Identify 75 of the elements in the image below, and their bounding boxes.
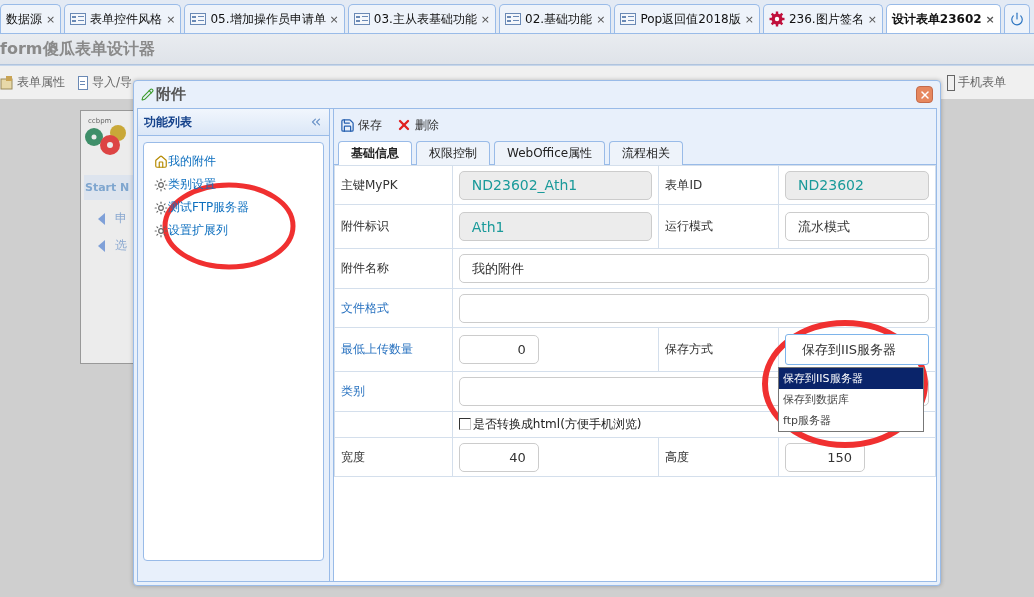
tab[interactable]: 数据源 × xyxy=(0,4,62,33)
left-arrow-icon xyxy=(98,212,105,225)
close-icon[interactable]: × xyxy=(46,12,56,26)
field-label: 附件标识 xyxy=(334,204,453,249)
tab[interactable]: 权限控制 xyxy=(416,141,490,165)
checkbox-label[interactable]: 是否转换成html(方便手机浏览) xyxy=(458,415,642,433)
close-icon[interactable]: × xyxy=(985,12,995,26)
form-icon xyxy=(70,13,87,25)
number-field[interactable]: 0 xyxy=(458,335,539,364)
row-text: 选 xyxy=(115,237,127,254)
toolbar-button[interactable]: 保存 xyxy=(340,116,382,134)
tab[interactable]: Pop返回值2018版 × xyxy=(614,4,760,33)
form-icon xyxy=(505,13,522,25)
form-properties-icon xyxy=(0,75,14,90)
input-field[interactable]: 我的附件 xyxy=(458,254,929,283)
field-label: 表单ID xyxy=(658,165,779,205)
close-icon[interactable]: × xyxy=(867,12,877,26)
app-title: form傻瓜表单设计器 xyxy=(0,38,155,60)
tab[interactable]: 05.增加操作员申请单 × xyxy=(184,4,345,33)
row-text: 申 xyxy=(115,210,127,227)
tab[interactable]: WebOffice属性 xyxy=(494,141,606,165)
tab[interactable] xyxy=(1003,4,1030,33)
document-icon xyxy=(77,75,89,90)
close-icon[interactable]: × xyxy=(596,12,606,26)
input-field[interactable]: 流水模式 xyxy=(785,212,929,241)
toolbar-item[interactable]: 手机表单 xyxy=(947,74,1006,91)
dialog-title: 附件 xyxy=(156,85,186,104)
field-label: 最低上传数量 xyxy=(334,327,453,372)
tree-item[interactable]: 测试FTP服务器 xyxy=(154,199,250,216)
form-icon xyxy=(190,13,207,25)
left-arrow-icon xyxy=(98,239,105,252)
save-icon xyxy=(340,117,355,133)
panel-title: 功能列表 xyxy=(144,113,192,131)
tab[interactable]: 236.图片签名 × xyxy=(762,4,883,33)
phone-icon xyxy=(947,74,955,91)
close-icon xyxy=(918,88,931,101)
house-icon xyxy=(154,154,168,169)
tab[interactable]: 设计表单23602 × xyxy=(885,4,1001,33)
field-label: 主键MyPK xyxy=(334,165,453,205)
tab[interactable]: 表单控件风格 × xyxy=(64,4,182,33)
field-label: 类别 xyxy=(334,371,453,412)
delete-icon xyxy=(396,117,412,133)
toolbar-item[interactable]: 表单属性 xyxy=(0,74,65,91)
tree-item[interactable]: 我的附件 xyxy=(154,153,216,170)
tab[interactable]: 流程相关 xyxy=(609,141,684,165)
power-icon xyxy=(1009,12,1024,26)
tab[interactable]: 02.基础功能 × xyxy=(499,4,612,33)
tab[interactable]: 03.主从表基础功能 × xyxy=(347,4,497,33)
pencil-icon xyxy=(141,88,154,101)
close-icon[interactable]: × xyxy=(166,12,176,26)
form-icon xyxy=(353,13,370,25)
field-label: 文件格式 xyxy=(334,288,453,328)
checkbox[interactable] xyxy=(458,418,471,431)
gear-icon xyxy=(768,11,785,27)
field-label: 附件名称 xyxy=(334,248,453,289)
close-icon[interactable]: × xyxy=(480,12,491,26)
close-icon[interactable]: × xyxy=(329,12,339,26)
dropdown-option[interactable]: 保存到IIS服务器 xyxy=(779,368,924,389)
close-icon[interactable]: × xyxy=(744,12,754,26)
dropdown-field[interactable]: 保存到IIS服务器 xyxy=(785,334,929,365)
tree-item[interactable]: 设置扩展列 xyxy=(154,222,228,239)
field-label: 运行模式 xyxy=(658,204,779,249)
sun-icon xyxy=(154,177,168,192)
field-label: 高度 xyxy=(658,437,779,477)
tab[interactable]: 基础信息 xyxy=(338,141,412,165)
field-label: 宽度 xyxy=(334,437,453,477)
sun-icon xyxy=(154,223,168,238)
collapse-icon[interactable] xyxy=(309,115,323,129)
close-button[interactable] xyxy=(916,86,933,103)
field-label: 保存方式 xyxy=(658,327,779,372)
form-icon xyxy=(620,13,637,25)
number-field[interactable]: 40 xyxy=(458,442,539,472)
toolbar-item[interactable]: 导入/导 xyxy=(77,74,133,91)
sun-icon xyxy=(154,200,168,215)
toolbar-button[interactable]: 删除 xyxy=(396,116,439,134)
